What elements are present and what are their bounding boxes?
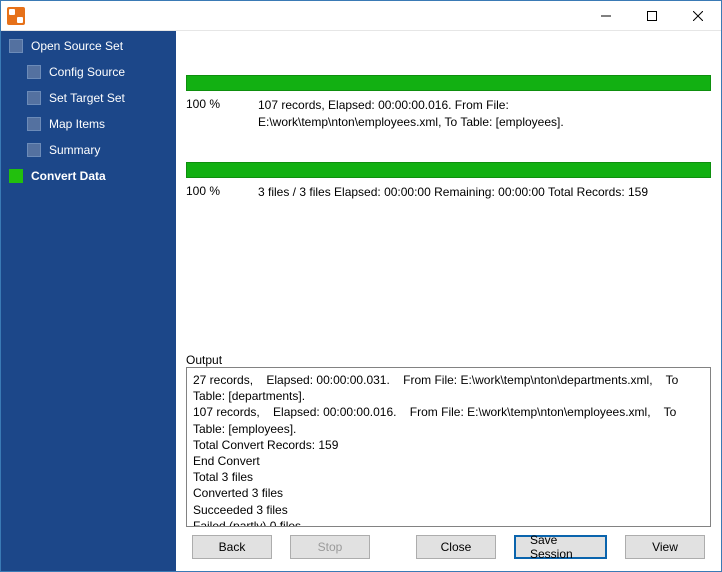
minimize-icon bbox=[601, 11, 611, 21]
close-icon bbox=[693, 11, 703, 21]
step-set-target-set[interactable]: Set Target Set bbox=[27, 91, 170, 105]
back-button[interactable]: Back bbox=[192, 535, 272, 559]
close-window-button[interactable] bbox=[675, 1, 721, 31]
step-label: Set Target Set bbox=[49, 91, 125, 105]
step-map-items[interactable]: Map Items bbox=[27, 117, 170, 131]
step-label: Open Source Set bbox=[31, 39, 123, 53]
window-controls bbox=[583, 1, 721, 31]
total-progress-percent: 100 % bbox=[186, 184, 258, 201]
view-button[interactable]: View bbox=[625, 535, 705, 559]
total-progress-bar bbox=[186, 162, 711, 178]
step-box-icon bbox=[27, 143, 41, 157]
close-button[interactable]: Close bbox=[416, 535, 496, 559]
file-progress-block: 100 % 107 records, Elapsed: 00:00:00.016… bbox=[186, 75, 711, 132]
main-panel: 100 % 107 records, Elapsed: 00:00:00.016… bbox=[176, 31, 721, 571]
file-progress-percent: 100 % bbox=[186, 97, 258, 132]
step-summary[interactable]: Summary bbox=[27, 143, 170, 157]
maximize-icon bbox=[647, 11, 657, 21]
app-window: Open Source Set Config Source Set Target… bbox=[0, 0, 722, 572]
maximize-button[interactable] bbox=[629, 1, 675, 31]
step-open-source-set[interactable]: Open Source Set bbox=[9, 39, 170, 53]
output-label: Output bbox=[186, 353, 711, 367]
step-convert-data[interactable]: Convert Data bbox=[9, 169, 170, 183]
body: Open Source Set Config Source Set Target… bbox=[1, 31, 721, 571]
step-box-icon bbox=[27, 117, 41, 131]
step-label: Convert Data bbox=[31, 169, 106, 183]
step-box-icon bbox=[9, 39, 23, 53]
wizard-sidebar: Open Source Set Config Source Set Target… bbox=[1, 31, 176, 571]
output-textarea[interactable]: 27 records, Elapsed: 00:00:00.031. From … bbox=[186, 367, 711, 527]
step-box-icon bbox=[27, 91, 41, 105]
step-box-icon bbox=[9, 169, 23, 183]
step-label: Config Source bbox=[49, 65, 125, 79]
button-bar: Back Stop Close Save Session View bbox=[186, 527, 711, 563]
stop-button: Stop bbox=[290, 535, 370, 559]
step-label: Map Items bbox=[49, 117, 105, 131]
total-progress-block: 100 % 3 files / 3 files Elapsed: 00:00:0… bbox=[186, 162, 711, 201]
save-session-button[interactable]: Save Session bbox=[514, 535, 607, 559]
app-icon bbox=[7, 7, 25, 25]
file-progress-bar bbox=[186, 75, 711, 91]
titlebar bbox=[1, 1, 721, 31]
file-progress-text: 107 records, Elapsed: 00:00:00.016. From… bbox=[258, 97, 711, 132]
file-progress-line2: E:\work\temp\nton\employees.xml, To Tabl… bbox=[258, 115, 564, 129]
progress-area: 100 % 107 records, Elapsed: 00:00:00.016… bbox=[186, 39, 711, 347]
step-box-icon bbox=[27, 65, 41, 79]
total-progress-text: 3 files / 3 files Elapsed: 00:00:00 Rema… bbox=[258, 184, 711, 201]
step-config-source[interactable]: Config Source bbox=[27, 65, 170, 79]
minimize-button[interactable] bbox=[583, 1, 629, 31]
file-progress-line1: 107 records, Elapsed: 00:00:00.016. From… bbox=[258, 98, 509, 112]
step-label: Summary bbox=[49, 143, 100, 157]
